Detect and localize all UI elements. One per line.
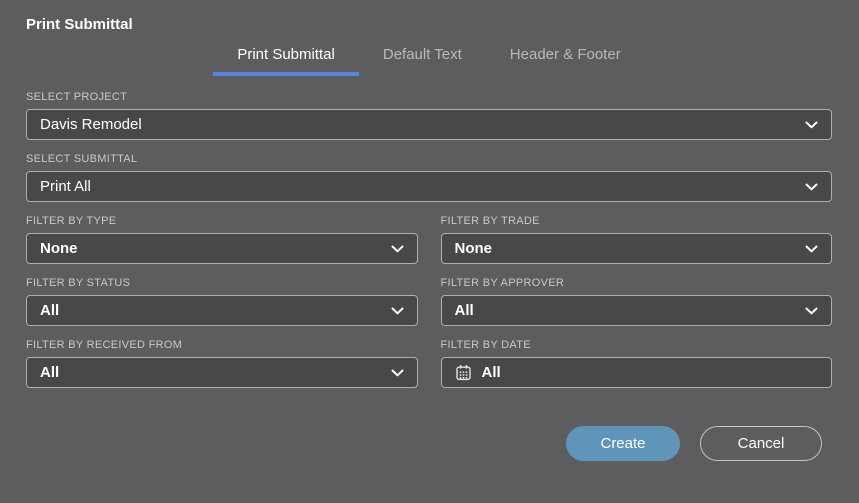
filter-type-group: FILTER BY TYPE None <box>26 202 418 264</box>
print-submittal-dialog: Print Submittal Print Submittal Default … <box>0 0 859 503</box>
select-project-label: SELECT PROJECT <box>26 91 128 103</box>
tab-print-submittal[interactable]: Print Submittal <box>213 42 359 76</box>
filter-date-value: All <box>481 364 501 381</box>
chevron-down-icon <box>805 121 818 129</box>
select-project-dropdown[interactable]: Davis Remodel <box>26 109 832 140</box>
select-submittal-label: SELECT SUBMITTAL <box>26 153 138 165</box>
filter-received-from-value: All <box>40 364 60 381</box>
tab-bar: Print Submittal Default Text Header & Fo… <box>26 42 832 76</box>
filter-row-2: FILTER BY STATUS All FILTER BY APPROVER … <box>26 264 832 326</box>
filter-status-value: All <box>40 302 60 319</box>
print-submittal-form: SELECT PROJECT Davis Remodel SELECT SUBM… <box>26 78 832 388</box>
chevron-down-icon <box>391 369 404 377</box>
filter-approver-value: All <box>454 302 474 319</box>
filter-trade-dropdown[interactable]: None <box>440 233 832 264</box>
filter-date-label: FILTER BY DATE <box>440 339 531 351</box>
filter-trade-value: None <box>454 240 493 257</box>
filter-type-value: None <box>40 240 78 257</box>
filter-received-from-label: FILTER BY RECEIVED FROM <box>26 339 183 351</box>
tab-default-text[interactable]: Default Text <box>359 42 486 76</box>
calendar-icon <box>455 364 472 381</box>
filter-type-label: FILTER BY TYPE <box>26 215 117 227</box>
chevron-down-icon <box>805 183 818 191</box>
dialog-actions: Create Cancel <box>26 426 832 461</box>
filter-date-group: FILTER BY DATE All <box>440 326 832 388</box>
filter-type-dropdown[interactable]: None <box>26 233 418 264</box>
filter-approver-dropdown[interactable]: All <box>440 295 832 326</box>
filter-received-from-group: FILTER BY RECEIVED FROM All <box>26 326 418 388</box>
filter-row-3: FILTER BY RECEIVED FROM All FILTER BY DA… <box>26 326 832 388</box>
chevron-down-icon <box>391 245 404 253</box>
filter-approver-group: FILTER BY APPROVER All <box>440 264 832 326</box>
cancel-button[interactable]: Cancel <box>700 426 822 461</box>
filter-date-input[interactable]: All <box>440 357 832 388</box>
filter-status-dropdown[interactable]: All <box>26 295 418 326</box>
create-button[interactable]: Create <box>566 426 680 461</box>
filter-row-1: FILTER BY TYPE None FILTER BY TRADE None <box>26 202 832 264</box>
dialog-title: Print Submittal <box>26 16 133 33</box>
filter-status-group: FILTER BY STATUS All <box>26 264 418 326</box>
chevron-down-icon <box>805 307 818 315</box>
select-project-value: Davis Remodel <box>40 116 142 133</box>
chevron-down-icon <box>805 245 818 253</box>
chevron-down-icon <box>391 307 404 315</box>
tab-header-footer[interactable]: Header & Footer <box>486 42 645 76</box>
filter-trade-group: FILTER BY TRADE None <box>440 202 832 264</box>
filter-received-from-dropdown[interactable]: All <box>26 357 418 388</box>
filter-approver-label: FILTER BY APPROVER <box>440 277 565 289</box>
filter-trade-label: FILTER BY TRADE <box>440 215 540 227</box>
select-submittal-value: Print All <box>40 178 91 195</box>
select-submittal-dropdown[interactable]: Print All <box>26 171 832 202</box>
filter-status-label: FILTER BY STATUS <box>26 277 131 289</box>
